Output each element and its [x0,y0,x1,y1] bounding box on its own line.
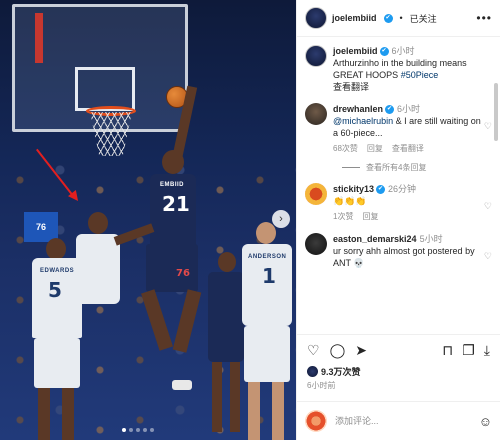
player-anderson: ANDERSON 1 [238,222,296,440]
post-header: joelembiid ✔ • 已关注 ••• [297,0,500,37]
jersey-number-anderson: 1 [262,264,276,288]
view-replies-label: 查看所有4条回复 [366,163,427,172]
comment-like-heart-icon[interactable]: ♡ [484,251,492,262]
separator-dot: • [399,13,403,23]
view-replies-link[interactable]: 查看所有4条回复 [342,162,488,173]
comments-panel: joelembiid ✔ • 已关注 ••• joelembiid ✔ 6小时 Ar… [296,0,500,440]
caption-hashtag[interactable]: #50Piece [401,70,439,80]
download-icon[interactable]: ⤓ [484,343,490,357]
backboard-square [75,67,135,111]
comment-item: easton_demarski24 5小时 ur sorry ahh almost… [305,233,492,269]
comment-icon[interactable]: ◯ [330,343,346,357]
more-options-icon[interactable]: ••• [476,11,492,25]
comment-like-heart-icon[interactable]: ♡ [484,121,492,132]
comment-text: ur sorry ahh almost got postered by ANT … [333,246,475,268]
comment-input[interactable] [335,416,471,426]
comment-meta: 68次赞 回复 查看翻译 [333,143,488,155]
post-actions-bar: ♡ ◯ ➤ ⊓ ❐ ⤓ [297,334,500,364]
carousel-dots [122,428,154,432]
current-user-avatar [305,410,327,432]
verified-icon: ✔ [379,47,389,57]
copy-icon[interactable]: ❐ [462,343,475,357]
scrollbar[interactable] [494,83,498,141]
bookmark-icon[interactable]: ⊓ [442,343,453,357]
comment-likes[interactable]: 1次赞 [333,212,353,221]
replies-divider [342,167,360,168]
comment-text: 👏👏👏 [333,196,367,206]
translate-link[interactable]: 查看翻译 [392,144,424,153]
comment-username[interactable]: drewhanlen [333,104,383,114]
jersey-number-embiid: 21 [162,192,190,216]
comment-item: drewhanlen ✔ 6小时 @michaelrubin & I are sti… [305,103,492,155]
caption-avatar[interactable] [305,45,327,67]
caption-translate-link[interactable]: 查看翻译 [333,82,369,92]
comment-mention[interactable]: @michaelrubin [333,116,393,126]
post-photo[interactable]: 76 EMBIID 21 76 EDWARDS 5 ANDERSON 1 › [0,0,296,440]
next-photo-button[interactable]: › [272,210,290,228]
verified-icon: ✔ [383,13,393,23]
author-avatar[interactable] [305,7,327,29]
comment-likes[interactable]: 68次赞 [333,144,358,153]
player-defender-left [74,212,155,332]
commenter-avatar[interactable] [305,233,327,255]
comments-list[interactable]: joelembiid ✔ 6小时 Arthurzinho in the buildi… [297,37,500,334]
liker-avatar [307,365,318,377]
comment-time: 26分钟 [388,184,417,194]
author-username[interactable]: joelembiid [332,13,377,23]
post-time: 6小时前 [297,378,500,402]
post-viewer: 76 EMBIID 21 76 EDWARDS 5 ANDERSON 1 › j… [0,0,500,440]
comment-item: stickity13 ✔ 26分钟 👏👏👏 1次赞 回复 ♡ [305,183,492,223]
jersey-name-embiid: EMBIID [160,182,184,188]
comment-time: 5小时 [419,234,443,244]
player-embiid: EMBIID 21 76 [140,85,210,390]
emoji-icon[interactable]: ☺ [479,414,492,429]
comment-username[interactable]: stickity13 [333,184,374,194]
shot-clock [35,13,43,63]
jersey-number-edwards: 5 [48,278,62,302]
caption-username[interactable]: joelembiid [333,46,378,56]
follow-status-button[interactable]: 已关注 [410,12,437,25]
commenter-avatar[interactable] [305,183,327,205]
caption: joelembiid ✔ 6小时 Arthurzinho in the buildi… [305,45,488,93]
add-comment-bar: ☺ [297,402,500,440]
reply-button[interactable]: 回复 [367,144,383,153]
share-icon[interactable]: ➤ [355,343,367,357]
comment-time: 6小时 [397,104,421,114]
comment-like-heart-icon[interactable]: ♡ [484,201,492,212]
comment-username[interactable]: easton_demarski24 [333,234,417,244]
verified-icon: ✔ [385,105,395,115]
jersey-name-anderson: ANDERSON [248,254,287,260]
verified-icon: ✔ [376,185,386,195]
shorts-logo: 76 [176,268,190,279]
caption-time: 6小时 [391,46,415,56]
heart-icon[interactable]: ♡ [307,343,320,357]
likes-summary[interactable]: 9.3万次赞 [297,364,500,378]
commenter-avatar[interactable] [305,103,327,125]
reply-button[interactable]: 回复 [362,212,378,221]
jersey-name-edwards: EDWARDS [40,268,75,274]
likes-count: 9.3万次赞 [321,366,361,377]
comment-meta: 1次赞 回复 [333,211,488,223]
